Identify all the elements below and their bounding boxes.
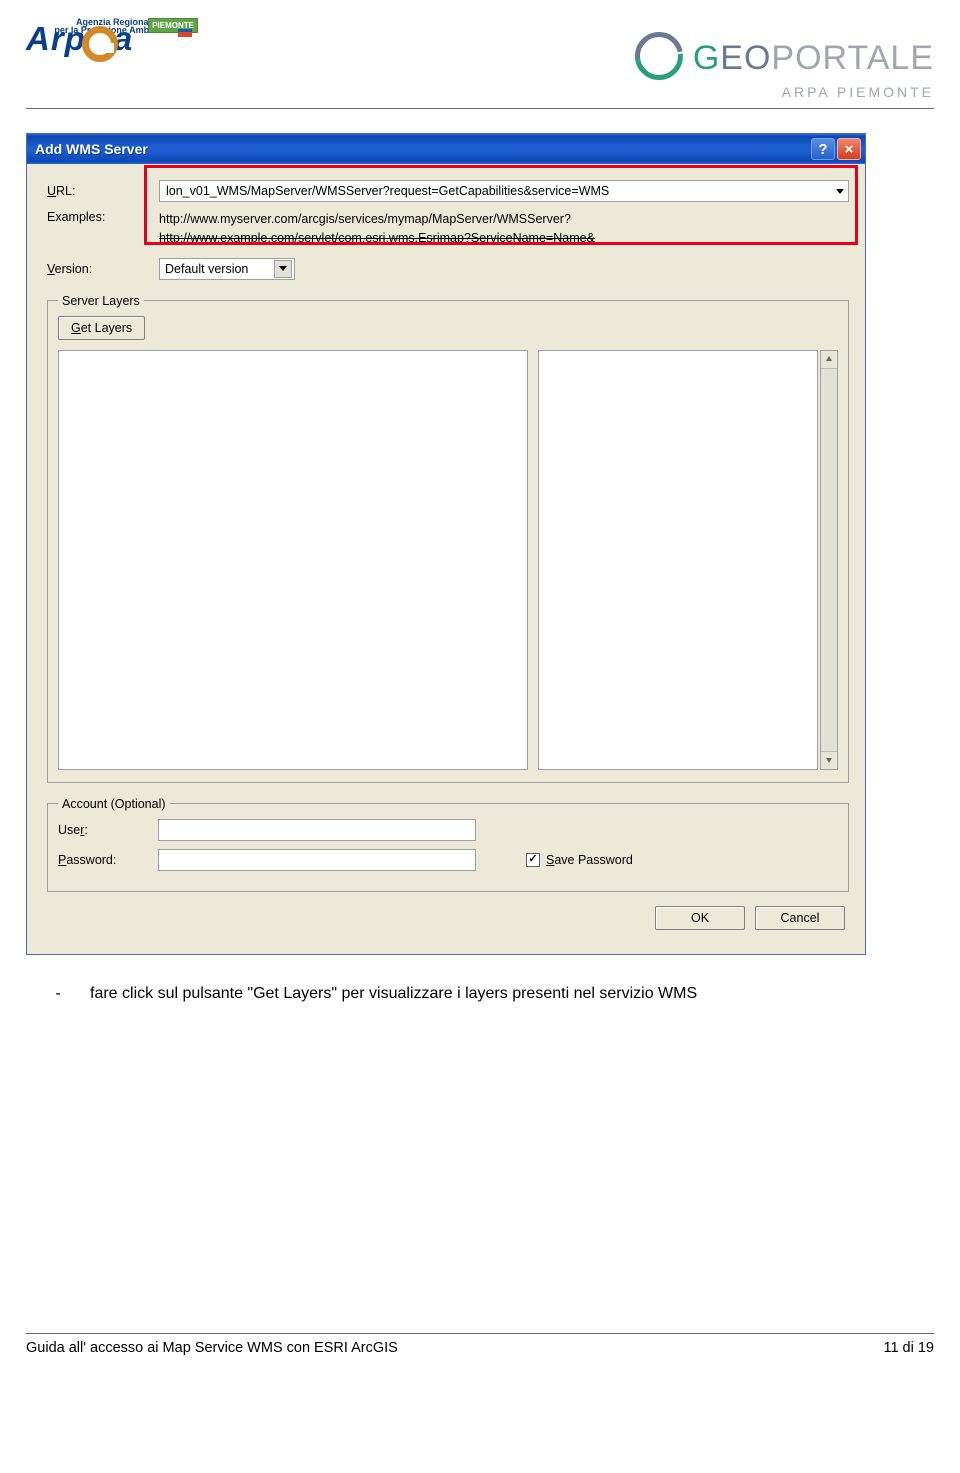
chevron-down-icon[interactable] bbox=[836, 189, 844, 194]
user-input[interactable] bbox=[158, 819, 476, 841]
ok-button[interactable]: OK bbox=[655, 906, 745, 930]
help-icon: ? bbox=[818, 141, 827, 158]
close-button[interactable]: × bbox=[837, 138, 861, 160]
version-select[interactable]: Default version bbox=[159, 258, 295, 280]
save-password-label[interactable]: ✓ Save Password bbox=[526, 853, 633, 867]
account-legend: Account (Optional) bbox=[58, 797, 170, 811]
dialog-titlebar[interactable]: Add WMS Server ? × bbox=[27, 134, 865, 164]
version-label: Version: bbox=[47, 262, 159, 276]
header-divider bbox=[26, 108, 934, 109]
dialog-title: Add WMS Server bbox=[35, 141, 809, 157]
version-value: Default version bbox=[165, 262, 274, 276]
cancel-button[interactable]: Cancel bbox=[755, 906, 845, 930]
server-layers-legend: Server Layers bbox=[58, 294, 144, 308]
chevron-down-icon[interactable] bbox=[274, 260, 292, 278]
geoportale-logo: GEOPORTALE ARPA PIEMONTE bbox=[629, 20, 934, 100]
get-layers-button[interactable]: Get Layers bbox=[58, 316, 145, 340]
examples-label: Examples: bbox=[47, 210, 159, 224]
listbox-scrollbar[interactable] bbox=[820, 350, 838, 770]
page-footer: Guida all' accesso ai Map Service WMS co… bbox=[26, 1333, 934, 1356]
user-label: User: bbox=[58, 823, 158, 837]
instruction-dash: - bbox=[26, 985, 90, 1003]
page-header: PIEMONTE Arpa Agenzia Regionale per la P… bbox=[26, 20, 934, 100]
account-fieldset: Account (Optional) User: Password: ✓ Sav… bbox=[47, 797, 849, 892]
add-wms-server-dialog: Add WMS Server ? × URL: Examples: http:/… bbox=[26, 133, 866, 955]
url-input[interactable] bbox=[164, 183, 830, 199]
arpa-swirl-icon bbox=[82, 26, 118, 62]
save-password-checkbox[interactable]: ✓ bbox=[526, 853, 540, 867]
layers-listbox-left[interactable] bbox=[58, 350, 528, 770]
geo-circle-icon bbox=[629, 28, 689, 88]
url-combobox[interactable] bbox=[159, 180, 849, 202]
example-1: http://www.myserver.com/arcgis/services/… bbox=[159, 210, 849, 229]
scroll-track[interactable] bbox=[821, 369, 837, 751]
instruction-text: fare click sul pulsante "Get Layers" per… bbox=[90, 985, 697, 1003]
help-button[interactable]: ? bbox=[811, 138, 835, 160]
example-2: http://www.example.com/servlet/com.esri.… bbox=[159, 229, 849, 248]
arpa-logo: PIEMONTE Arpa Agenzia Regionale per la P… bbox=[26, 20, 206, 85]
url-label: URL: bbox=[47, 184, 159, 198]
layers-listbox-right[interactable] bbox=[538, 350, 818, 770]
scroll-up-button[interactable] bbox=[821, 351, 837, 369]
footer-left: Guida all' accesso ai Map Service WMS co… bbox=[26, 1340, 398, 1356]
footer-right: 11 di 19 bbox=[883, 1340, 934, 1356]
password-input[interactable] bbox=[158, 849, 476, 871]
instruction-line: - fare click sul pulsante "Get Layers" p… bbox=[26, 985, 934, 1003]
scroll-down-button[interactable] bbox=[821, 751, 837, 769]
close-icon: × bbox=[845, 141, 854, 158]
server-layers-fieldset: Server Layers Get Layers bbox=[47, 294, 849, 783]
password-label: Password: bbox=[58, 853, 158, 867]
